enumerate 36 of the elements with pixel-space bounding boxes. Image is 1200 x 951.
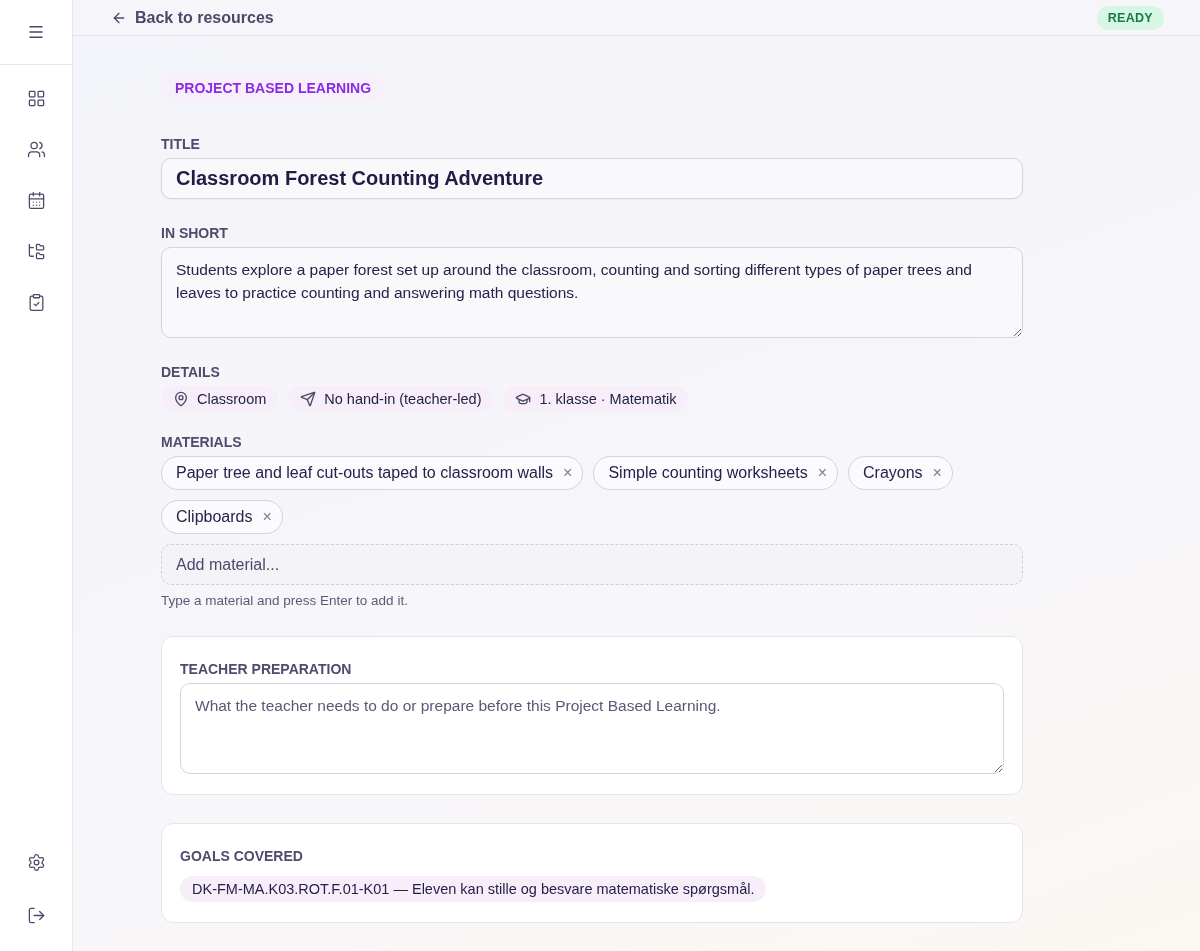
preparation-textarea[interactable]: What the teacher needs to do or prepare before this Project Based Learning. (180, 683, 1004, 774)
users-icon[interactable] (26, 140, 46, 159)
status-badge: READY (1096, 5, 1164, 30)
graduation-cap-icon (515, 391, 532, 407)
material-name: Clipboards (176, 508, 253, 526)
remove-button[interactable]: × (262, 508, 272, 526)
back-link[interactable]: Back to resources (111, 8, 274, 27)
field-label: MATERIALS (161, 434, 243, 450)
field-label: DETAILS (161, 364, 221, 380)
field-label: IN SHORT (161, 225, 229, 241)
summary-textarea[interactable]: Students explore a paper forest set up around the classroom, counting and sorting different types of paper trees and leaves to practice counting and answering math questions. (161, 247, 1023, 338)
material-name: Paper tree and leaf cut-outs taped to classroom walls (176, 464, 554, 482)
calendar-icon[interactable] (26, 191, 46, 210)
settings-icon[interactable] (26, 853, 46, 872)
field-label: GOALS COVERED (180, 848, 304, 864)
material-name: Crayons (863, 464, 923, 482)
category-badge: PROJECT BASED LEARNING (161, 74, 386, 102)
remove-button[interactable]: × (817, 464, 827, 482)
title-input[interactable]: Classroom Forest Counting Adventure (161, 158, 1023, 199)
dashboard-icon[interactable] (26, 89, 46, 108)
add-material-input[interactable]: Add material... (161, 544, 1023, 585)
menu-icon[interactable] (27, 23, 45, 41)
goal-tag: DK-FM-MA.K03.ROT.F.01-K01 — Eleven kan stille og besvare matematiske spørgsmål. (180, 876, 767, 902)
logout-icon[interactable] (26, 906, 46, 925)
detail-tag: 1. klasse · Matematik (503, 386, 689, 412)
remove-button[interactable]: × (563, 464, 573, 482)
remove-button[interactable]: × (932, 464, 942, 482)
helper-text: Type a material and press Enter to add it. (161, 593, 409, 608)
detail-tag: No hand-in (teacher-led) (288, 386, 494, 412)
paper-plane-icon (300, 391, 317, 407)
field-label: TEACHER PREPARATION (180, 661, 353, 677)
detail-tag: Classroom (161, 386, 279, 412)
material-name: Simple counting worksheets (608, 464, 808, 482)
field-label: TITLE (161, 136, 201, 152)
map-pin-icon (173, 391, 189, 407)
folder-tree-icon[interactable] (26, 242, 46, 261)
